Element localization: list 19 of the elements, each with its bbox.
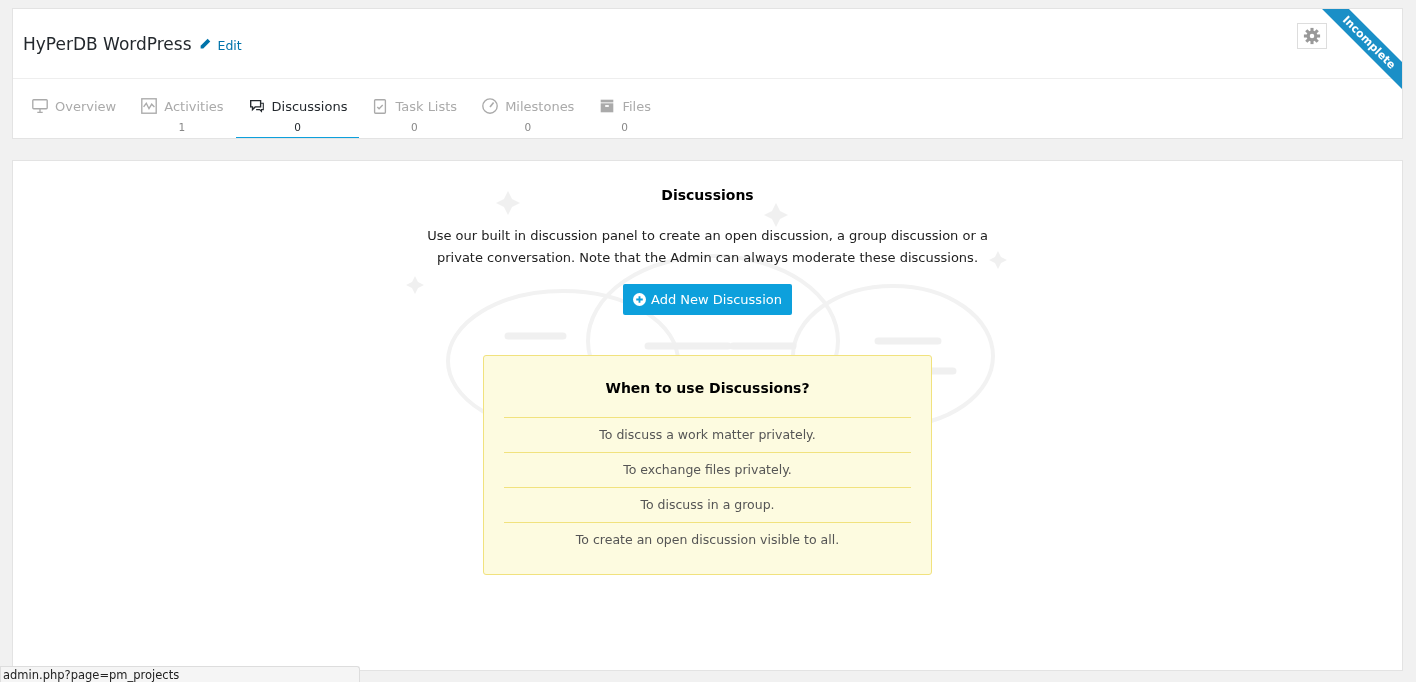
tab[interactable]: Files 0 — [586, 79, 663, 138]
edit-link[interactable]: Edit — [217, 37, 242, 53]
tab[interactable]: Discussions 0 — [235, 79, 360, 138]
tab[interactable]: Overview — [19, 79, 129, 138]
tab[interactable]: Activities 1 — [128, 79, 236, 138]
tip-item: To create an open discussion visible to all. — [504, 522, 911, 557]
tip-item: To discuss in a group. — [504, 487, 911, 522]
settings-button[interactable] — [1297, 23, 1327, 49]
tab[interactable]: Task Lists 0 — [359, 79, 470, 138]
add-discussion-button[interactable]: Add New Discussion — [623, 284, 792, 315]
tip-item: To discuss a work matter privately. — [504, 417, 911, 452]
tab[interactable]: Milestones 0 — [469, 79, 587, 138]
plus-circle-icon — [633, 293, 647, 306]
project-title: HyPerDB WordPress — [23, 33, 192, 54]
description-text: Use our built in discussion panel to create an open discussion, a group discussion or a private conversation. Note that the Admin can always moderate these discussions. — [426, 227, 989, 267]
status-url: admin.php?page=pm_projects — [0, 666, 360, 682]
tips-title: When to use Discussions? — [604, 380, 811, 396]
tip-item: To exchange files privately. — [504, 452, 911, 487]
section-heading: Discussions — [661, 187, 754, 203]
